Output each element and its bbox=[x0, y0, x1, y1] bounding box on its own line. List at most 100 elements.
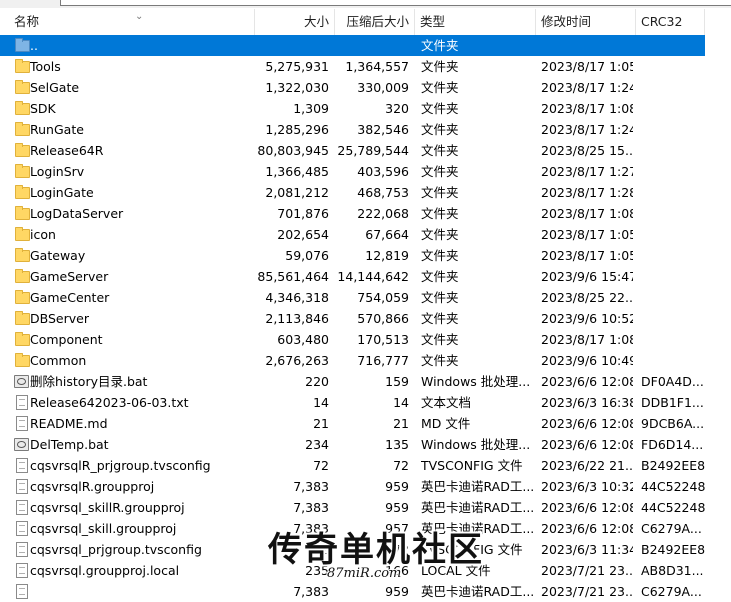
file-size: 5,275,931 bbox=[265, 59, 329, 74]
modified-time bbox=[541, 35, 633, 56]
packed-size: 468,753 bbox=[357, 185, 409, 200]
list-item[interactable]: 7,383 959 英巴卡迪诺RAD工... 2023/7/21 23... C6279… bbox=[0, 581, 705, 602]
packed-size: 330,009 bbox=[357, 80, 409, 95]
file-name: Common bbox=[30, 353, 87, 368]
column-header-packed-size-label: 压缩后大小 bbox=[346, 14, 409, 29]
file-icon bbox=[14, 479, 28, 494]
file-type: 文件夹 bbox=[421, 143, 459, 158]
column-header-type-label: 类型 bbox=[420, 14, 446, 29]
address-field[interactable] bbox=[60, 0, 731, 6]
file-name: SDK bbox=[30, 101, 56, 116]
list-item[interactable]: Release64R 80,803,945 25,789,544 文件夹 2023/8/… bbox=[0, 140, 705, 161]
packed-size: 67,664 bbox=[365, 227, 409, 242]
modified-time: 2023/8/17 1:24 bbox=[541, 80, 633, 95]
modified-time: 2023/8/17 1:24 bbox=[541, 122, 633, 137]
list-item[interactable]: Gateway 59,076 12,819 文件夹 2023/8/17 1:05 bbox=[0, 245, 705, 266]
file-type: 文件夹 bbox=[421, 122, 459, 137]
list-item[interactable]: cqsvrsqlR_prjgroup.tvsconfig 72 72 TVSCONFI… bbox=[0, 455, 705, 476]
packed-size: 12,819 bbox=[365, 248, 409, 263]
list-item[interactable]: Common 2,676,263 716,777 文件夹 2023/9/6 10:49 bbox=[0, 350, 705, 371]
file-size: 2,081,212 bbox=[265, 185, 329, 200]
file-size: 1,309 bbox=[293, 101, 329, 116]
list-item[interactable]: SDK 1,309 320 文件夹 2023/8/17 1:08 bbox=[0, 98, 705, 119]
list-item[interactable]: cqsvrsqlR.groupproj 7,383 959 英巴卡迪诺RAD工... 2… bbox=[0, 476, 705, 497]
column-header-packed-size[interactable]: 压缩后大小 bbox=[335, 9, 415, 35]
list-item[interactable]: Release642023-06-03.txt 14 14 文本文档 2023/6/3 … bbox=[0, 392, 705, 413]
folder-icon bbox=[14, 311, 30, 325]
modified-time: 2023/8/25 15... bbox=[541, 143, 633, 158]
file-type: 文件夹 bbox=[421, 290, 459, 305]
file-size: 1,366,485 bbox=[265, 164, 329, 179]
modified-time: 2023/6/6 12:08 bbox=[541, 437, 633, 452]
list-item[interactable]: GameCenter 4,346,318 754,059 文件夹 2023/8/25 2… bbox=[0, 287, 705, 308]
file-type: 文件夹 bbox=[421, 59, 459, 74]
packed-size: 716,777 bbox=[357, 353, 409, 368]
file-type: 文件夹 bbox=[421, 164, 459, 179]
file-type: 文件夹 bbox=[421, 227, 459, 242]
crc32-value bbox=[641, 287, 705, 308]
list-item[interactable]: 删除history目录.bat 220 159 Windows 批处理... 2023/… bbox=[0, 371, 705, 392]
list-item[interactable]: LogDataServer 701,876 222,068 文件夹 2023/8/17 … bbox=[0, 203, 705, 224]
modified-time: 2023/8/17 1:05 bbox=[541, 248, 633, 263]
column-header-size[interactable]: 大小 bbox=[255, 9, 335, 35]
folder-icon bbox=[14, 122, 30, 136]
file-type: Windows 批处理... bbox=[421, 374, 531, 389]
crc32-value: B2492EE8 bbox=[641, 458, 705, 473]
file-name: cqsvrsql.groupproj.local bbox=[30, 563, 180, 578]
file-size: 1,322,030 bbox=[265, 80, 329, 95]
modified-time: 2023/8/17 1:08 bbox=[541, 206, 633, 221]
file-name: LogDataServer bbox=[30, 206, 124, 221]
crc32-value: 9DCB6A... bbox=[641, 416, 705, 431]
column-header-crc32[interactable]: CRC32 bbox=[636, 9, 705, 35]
file-size: 2,113,846 bbox=[265, 311, 329, 326]
list-item[interactable]: Tools 5,275,931 1,364,557 文件夹 2023/8/17 1:05 bbox=[0, 56, 705, 77]
file-icon bbox=[14, 584, 28, 599]
list-item[interactable]: cqsvrsql_skillR.groupproj 7,383 959 英巴卡迪诺RA… bbox=[0, 497, 705, 518]
crc32-value bbox=[641, 203, 705, 224]
column-header: 名称 ⌄ 大小 压缩后大小 类型 修改时间 CRC32 bbox=[0, 9, 731, 35]
list-item[interactable]: DelTemp.bat 234 135 Windows 批处理... 2023/6/6 … bbox=[0, 434, 705, 455]
modified-time: 2023/8/17 1:05 bbox=[541, 59, 633, 74]
file-name: Component bbox=[30, 332, 103, 347]
list-item[interactable]: README.md 21 21 MD 文件 2023/6/6 12:08 9DCB6A..… bbox=[0, 413, 705, 434]
file-type: 英巴卡迪诺RAD工... bbox=[421, 479, 533, 494]
packed-size: 754,059 bbox=[357, 290, 409, 305]
packed-size: 25,789,544 bbox=[337, 143, 409, 158]
crc32-value bbox=[641, 245, 705, 266]
column-header-crc32-label: CRC32 bbox=[641, 14, 683, 29]
list-item[interactable]: RunGate 1,285,296 382,546 文件夹 2023/8/17 1:24 bbox=[0, 119, 705, 140]
list-item[interactable]: GameServer 85,561,464 14,144,642 文件夹 2023/9/… bbox=[0, 266, 705, 287]
list-item[interactable]: icon 202,654 67,664 文件夹 2023/8/17 1:05 bbox=[0, 224, 705, 245]
file-type: 英巴卡迪诺RAD工... bbox=[421, 584, 533, 599]
modified-time: 2023/6/3 10:32 bbox=[541, 479, 633, 494]
file-type: Windows 批处理... bbox=[421, 437, 531, 452]
folder-icon bbox=[14, 206, 30, 220]
list-item[interactable]: SelGate 1,322,030 330,009 文件夹 2023/8/17 1:24 bbox=[0, 77, 705, 98]
list-item[interactable]: DBServer 2,113,846 570,866 文件夹 2023/9/6 10:5… bbox=[0, 308, 705, 329]
modified-time: 2023/8/17 1:27 bbox=[541, 164, 633, 179]
file-icon bbox=[14, 458, 28, 473]
modified-time: 2023/7/21 23... bbox=[541, 563, 633, 578]
packed-size: 72 bbox=[393, 458, 409, 473]
crc32-value bbox=[641, 308, 705, 329]
column-header-modified[interactable]: 修改时间 bbox=[536, 9, 636, 35]
packed-size: 170,513 bbox=[357, 332, 409, 347]
file-name: Release64R bbox=[30, 143, 104, 158]
file-type: 文件夹 bbox=[421, 185, 459, 200]
file-name: cqsvrsql_skill.groupproj bbox=[30, 521, 177, 536]
column-header-name[interactable]: 名称 ⌄ bbox=[9, 9, 255, 35]
column-header-type[interactable]: 类型 bbox=[415, 9, 536, 35]
list-item[interactable]: Component 603,480 170,513 文件夹 2023/8/17 1:08 bbox=[0, 329, 705, 350]
parent-directory-row[interactable]: .. 文件夹 bbox=[0, 35, 705, 56]
file-size: 202,654 bbox=[277, 227, 329, 242]
crc32-value: B2492EE8 bbox=[641, 542, 705, 557]
watermark-text: 传奇单机社区 bbox=[268, 530, 484, 570]
list-item[interactable]: LoginGate 2,081,212 468,753 文件夹 2023/8/17 1:… bbox=[0, 182, 705, 203]
packed-size: 159 bbox=[385, 374, 409, 389]
file-icon bbox=[14, 563, 28, 578]
file-type: 文本文档 bbox=[421, 395, 472, 410]
file-type: 文件夹 bbox=[421, 101, 459, 116]
file-name bbox=[30, 581, 254, 602]
list-item[interactable]: LoginSrv 1,366,485 403,596 文件夹 2023/8/17 1:2… bbox=[0, 161, 705, 182]
packed-size: 382,546 bbox=[357, 122, 409, 137]
